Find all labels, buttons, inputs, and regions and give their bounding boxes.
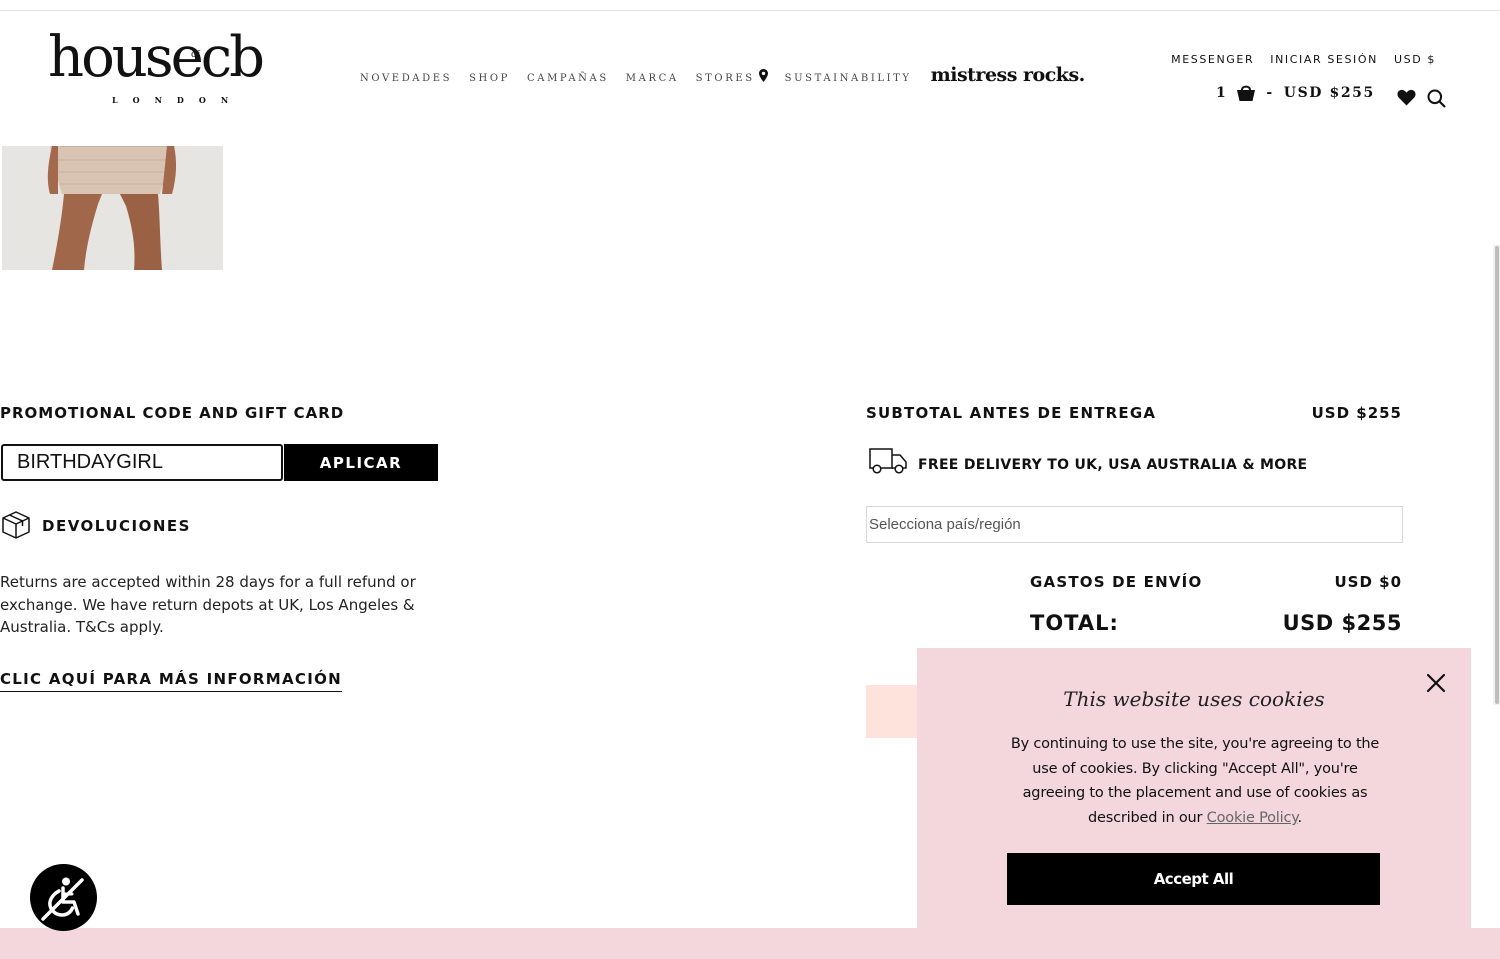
- search-icon[interactable]: [1427, 89, 1446, 108]
- location-pin-icon: [758, 68, 768, 82]
- cart-separator: -: [1266, 85, 1274, 101]
- subtotal-value: USD $255: [1311, 404, 1402, 422]
- messenger-link[interactable]: MESSENGER: [1171, 53, 1254, 66]
- scrollbar-thumb[interactable]: [1495, 246, 1499, 704]
- nav-item-marca[interactable]: MARCA: [626, 73, 679, 84]
- nav-item-campanas[interactable]: CAMPAÑAS: [527, 73, 609, 84]
- logo-subtitle: LONDON: [112, 95, 244, 105]
- shipping-value: USD $0: [1334, 573, 1402, 591]
- nav-item-shop[interactable]: SHOP: [469, 73, 510, 84]
- shopping-bag-icon: [1237, 85, 1256, 101]
- cookie-message-end: .: [1297, 810, 1303, 827]
- login-link[interactable]: INICIAR SESIÓN: [1270, 53, 1378, 66]
- returns-description: Returns are accepted within 28 days for …: [0, 573, 416, 636]
- subtotal-label: SUBTOTAL ANTES DE ENTREGA: [866, 404, 1157, 422]
- brand-logo[interactable]: housecb of LONDON: [48, 30, 273, 108]
- cart-total: USD $255: [1283, 85, 1375, 101]
- logo-of: of: [191, 50, 200, 60]
- promo-code-input[interactable]: [1, 444, 283, 481]
- promo-heading: PROMOTIONAL CODE AND GIFT CARD: [0, 404, 345, 422]
- delivery-truck-icon: [869, 448, 907, 474]
- nav-item-sustainability[interactable]: SUSTAINABILITY: [785, 73, 912, 84]
- cookie-policy-link[interactable]: Cookie Policy: [1207, 810, 1298, 826]
- top-divider: [0, 10, 1500, 11]
- more-info-link[interactable]: CLIC AQUÍ PARA MÁS INFORMACIÓN: [0, 670, 343, 692]
- free-delivery-text: FREE DELIVERY TO UK, USA AUSTRALIA & MOR…: [918, 457, 1308, 473]
- cookie-title: This website uses cookies: [1063, 687, 1325, 711]
- nav-item-stores[interactable]: STORES: [695, 68, 768, 84]
- apply-promo-button[interactable]: APLICAR: [284, 444, 438, 481]
- utility-links: MESSENGER INICIAR SESIÓN USD $: [1171, 53, 1436, 66]
- accept-all-button[interactable]: Accept All: [1007, 853, 1380, 905]
- shipping-label: GASTOS DE ENVÍO: [1030, 573, 1203, 591]
- package-box-icon: [2, 511, 30, 539]
- accessibility-icon: [41, 877, 84, 921]
- currency-selector[interactable]: USD $: [1394, 53, 1436, 66]
- main-nav: NOVEDADES SHOP CAMPAÑAS MARCA STORES SUS…: [360, 64, 1085, 86]
- cart-count: 1: [1216, 85, 1228, 101]
- accessibility-button[interactable]: [30, 864, 97, 931]
- footer-band: [0, 928, 1500, 959]
- product-image[interactable]: [2, 146, 223, 270]
- total-label: TOTAL:: [1030, 611, 1119, 635]
- cookie-banner: This website uses cookies By continuing …: [917, 648, 1471, 938]
- mini-cart[interactable]: 1 - USD $255: [1216, 84, 1375, 102]
- cookie-message-text: By continuing to use the site, you're ag…: [1010, 736, 1380, 827]
- country-region-select[interactable]: Selecciona país/región: [866, 506, 1403, 543]
- nav-item-stores-label: STORES: [695, 72, 755, 84]
- nav-item-novedades[interactable]: NOVEDADES: [360, 73, 452, 84]
- product-photo: [2, 146, 223, 270]
- returns-heading: DEVOLUCIONES: [42, 517, 191, 535]
- cookie-message: By continuing to use the site, you're ag…: [1005, 732, 1385, 831]
- heart-icon[interactable]: [1397, 89, 1416, 106]
- nav-item-mistress-rocks[interactable]: mistress rocks.: [931, 64, 1086, 86]
- logo-wordmark: housecb: [48, 25, 265, 90]
- total-value: USD $255: [1282, 611, 1402, 635]
